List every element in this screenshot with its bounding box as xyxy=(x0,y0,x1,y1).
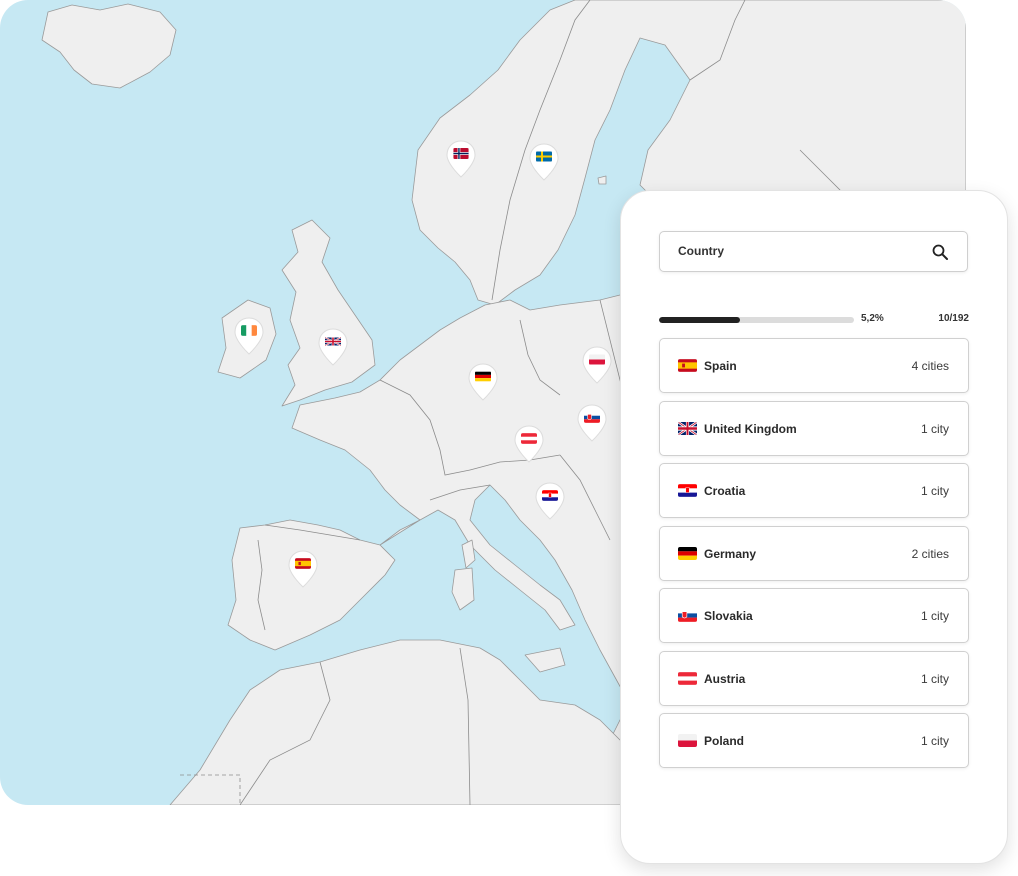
marker-pin-icon xyxy=(582,346,612,384)
map-marker-croatia[interactable] xyxy=(535,482,565,520)
map-marker-poland[interactable] xyxy=(582,346,612,384)
croatia-flag-icon xyxy=(678,484,697,497)
marker-pin-icon xyxy=(535,482,565,520)
map-marker-sweden[interactable] xyxy=(529,143,559,181)
country-row-poland[interactable]: Poland 1 city xyxy=(659,713,969,768)
city-count: 1 city xyxy=(920,609,949,623)
germany-flag-icon xyxy=(678,546,697,560)
app-root: Country 5,2% 10/192 Spain 4 cities Unite… xyxy=(0,0,1018,876)
city-count: 1 city xyxy=(920,484,949,498)
sweden-flag-icon xyxy=(536,151,552,162)
uk-flag-icon xyxy=(325,336,341,347)
marker-pin-icon xyxy=(288,550,318,588)
country-row-spain[interactable]: Spain 4 cities xyxy=(659,338,969,393)
progress-fill xyxy=(659,317,741,323)
austria-flag-icon xyxy=(678,671,697,685)
map-marker-norway[interactable] xyxy=(446,140,476,178)
marker-pin-icon xyxy=(529,143,559,181)
city-count: 4 cities xyxy=(911,359,949,373)
country-name: Austria xyxy=(704,671,746,686)
country-name: Croatia xyxy=(704,484,746,498)
map-marker-ireland[interactable] xyxy=(234,317,264,355)
country-row-germany[interactable]: Germany 2 cities xyxy=(659,525,969,581)
country-panel: Country 5,2% 10/192 Spain 4 cities Unite… xyxy=(620,190,1008,864)
country-name: Spain xyxy=(704,359,737,373)
marker-pin-icon xyxy=(514,425,544,463)
marker-pin-icon xyxy=(446,140,476,178)
country-name: Poland xyxy=(704,734,745,748)
poland-flag-icon xyxy=(589,354,605,365)
slovakia-flag-icon xyxy=(584,412,600,423)
country-name: Germany xyxy=(704,546,757,561)
progress-bar xyxy=(659,317,854,323)
marker-pin-icon xyxy=(234,317,264,355)
germany-flag-icon xyxy=(475,371,491,382)
map-marker-austria[interactable] xyxy=(514,425,544,463)
croatia-flag-icon xyxy=(542,490,558,501)
progress-count: 10/192 xyxy=(938,313,969,324)
search-icon[interactable] xyxy=(931,243,949,261)
country-list: Spain 4 cities United Kingdom 1 city Cro… xyxy=(659,338,969,776)
country-row-slovakia[interactable]: Slovakia 1 city xyxy=(659,588,969,643)
marker-pin-icon xyxy=(468,363,498,401)
map-marker-spain[interactable] xyxy=(288,550,318,588)
map-marker-united-kingdom[interactable] xyxy=(318,328,348,366)
city-count: 1 city xyxy=(920,734,949,748)
norway-flag-icon xyxy=(453,148,469,159)
spain-flag-icon xyxy=(295,558,311,569)
country-row-croatia[interactable]: Croatia 1 city xyxy=(659,463,969,518)
city-count: 2 cities xyxy=(911,546,949,561)
uk-flag-icon xyxy=(678,421,697,435)
city-count: 1 city xyxy=(920,421,949,436)
country-row-united-kingdom[interactable]: United Kingdom 1 city xyxy=(659,400,969,456)
slovakia-flag-icon xyxy=(678,609,697,622)
progress-percent: 5,2% xyxy=(861,313,884,324)
austria-flag-icon xyxy=(521,433,537,444)
poland-flag-icon xyxy=(678,734,697,747)
map-marker-slovakia[interactable] xyxy=(577,404,607,442)
city-count: 1 city xyxy=(920,671,949,686)
country-search-input[interactable]: Country xyxy=(659,231,968,272)
marker-pin-icon xyxy=(318,328,348,366)
country-row-austria[interactable]: Austria 1 city xyxy=(659,650,969,706)
country-name: United Kingdom xyxy=(704,421,797,436)
map-marker-germany[interactable] xyxy=(468,363,498,401)
spain-flag-icon xyxy=(678,359,697,372)
search-placeholder: Country xyxy=(678,244,724,258)
ireland-flag-icon xyxy=(241,325,257,336)
marker-pin-icon xyxy=(577,404,607,442)
country-name: Slovakia xyxy=(704,609,753,623)
